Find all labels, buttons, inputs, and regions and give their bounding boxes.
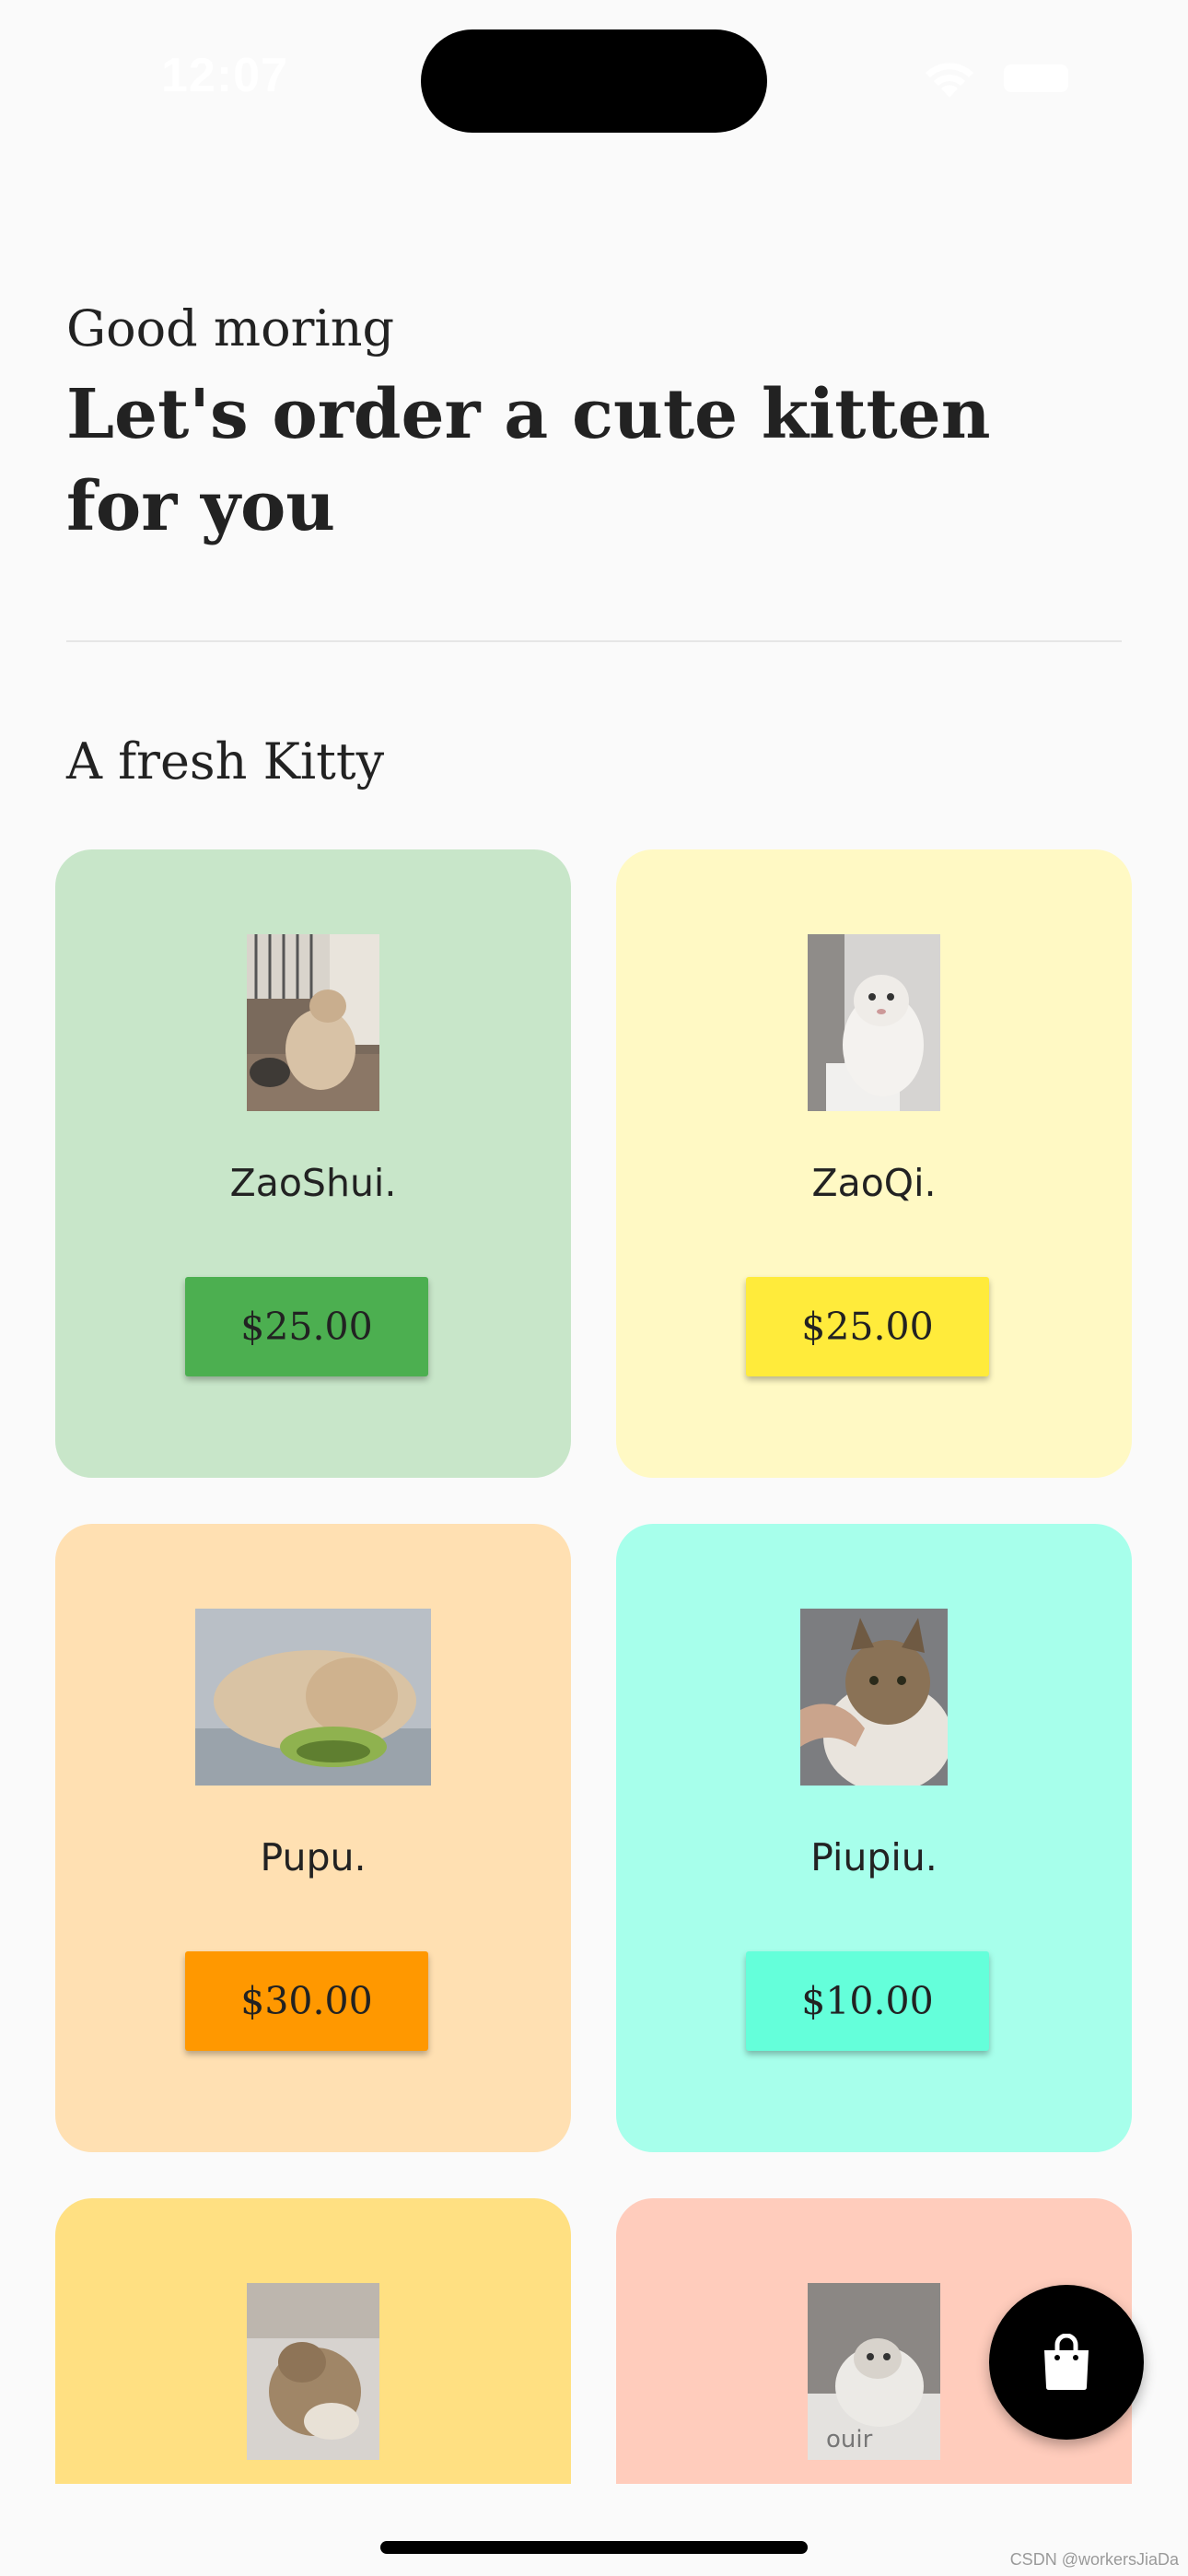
status-bar: 12:07 [0, 0, 1188, 147]
wifi-icon [926, 63, 973, 98]
divider [66, 640, 1122, 642]
kitten-card[interactable]: ZaoQi. $25.00 [616, 849, 1132, 1478]
cat-name: ZaoQi. [811, 1161, 937, 1205]
cat-name: Piupiu. [810, 1835, 938, 1879]
kitten-card[interactable]: Pupu. $30.00 [55, 1524, 571, 2152]
cat-photo: ouir [808, 2283, 940, 2460]
price-button[interactable]: $10.00 [746, 1951, 989, 2051]
section-title: A fresh Kitty [66, 732, 385, 790]
shopping-bag-icon [1044, 2334, 1089, 2390]
cart-button[interactable] [989, 2285, 1144, 2440]
battery-icon [1004, 64, 1068, 92]
page-title: Let's order a cute kitten for you [66, 375, 991, 546]
price-button[interactable]: $25.00 [185, 1277, 428, 1376]
cat-photo [247, 2283, 379, 2460]
cat-name: Pupu. [260, 1835, 367, 1879]
watermark: CSDN @workersJiaDa [1009, 2550, 1179, 2569]
price-button[interactable]: $30.00 [185, 1951, 428, 2051]
status-time: 12:07 [161, 49, 288, 102]
cat-photo [808, 934, 940, 1111]
cat-photo [247, 934, 379, 1111]
price-button[interactable]: $25.00 [746, 1277, 989, 1376]
kitten-card[interactable] [55, 2198, 571, 2484]
home-indicator [380, 2541, 808, 2554]
cat-name: ZaoShui. [229, 1161, 397, 1205]
cat-photo [195, 1609, 431, 1786]
svg-text:ouir: ouir [826, 2426, 873, 2453]
dynamic-island [421, 29, 767, 133]
kitten-card[interactable]: Piupiu. $10.00 [616, 1524, 1132, 2152]
greeting-text: Good moring [66, 299, 395, 357]
cat-photo [800, 1609, 948, 1786]
kitten-card[interactable]: ZaoShui. $25.00 [55, 849, 571, 1478]
